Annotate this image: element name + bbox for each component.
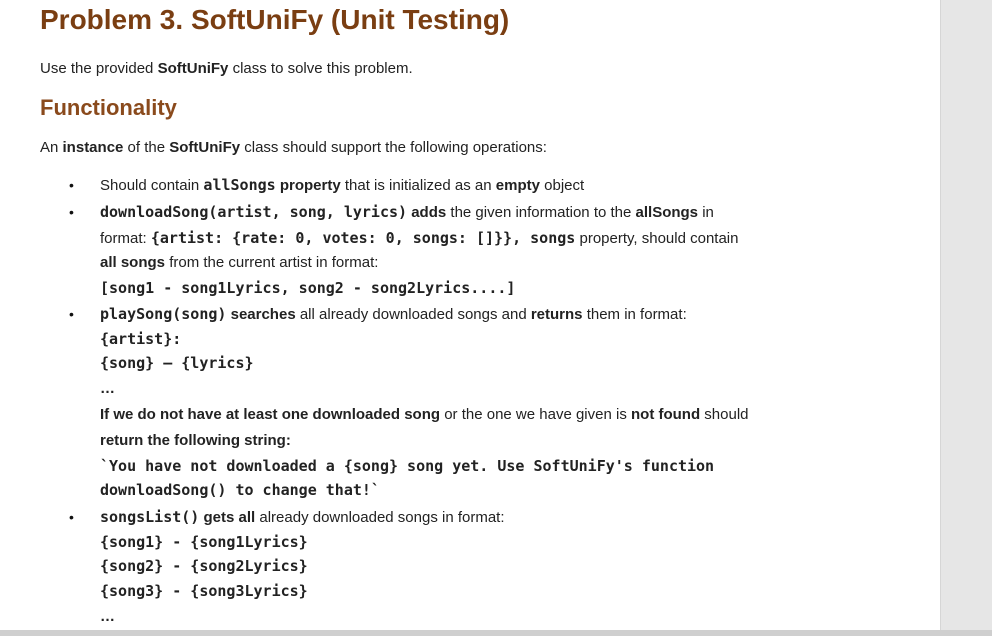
bullet-4-song1-format: {song1} - {song1Lyrics} [100,533,308,551]
text-bold: empty [495,177,540,194]
text: Should contain [100,177,204,194]
text-bold: gets all [199,509,256,526]
bullet-2-line-3: all songs from the current artist in for… [100,253,378,273]
bullet-3-artist-format: {artist}: [100,330,182,348]
text-bold: not found [631,406,701,423]
bullet-marker: • [69,306,74,322]
text-bold: allSongs [635,204,699,221]
text: of the [123,139,170,156]
text: in [698,204,714,221]
text: object [539,177,585,194]
text: format: [100,230,151,247]
text: or the one we have given is [440,406,631,423]
code-text: {artist: {rate: 0, votes: 0, songs: []}}… [150,229,576,247]
bullet-3-error-string-1: `You have not downloaded a {song} song y… [100,457,715,475]
bullet-4-song2-format: {song2} - {song2Lyrics} [100,557,308,575]
instance-paragraph: An instance of the SoftUniFy class shoul… [40,139,547,156]
bullet-4-line-1: songsList() gets all already downloaded … [100,507,505,528]
intro-text-end: class to solve this problem. [228,60,413,77]
bullet-marker: • [69,204,74,220]
bullet-4-song3-format: {song3} - {song3Lyrics} [100,582,308,600]
text: all already downloaded songs and [295,306,531,323]
text: from the current artist in format: [165,254,379,271]
bullet-marker: • [69,509,74,525]
text: already downloaded songs in format: [255,509,505,526]
code-text: playSong(song) [100,305,227,323]
bullet-2-line-1: downloadSong(artist, song, lyrics) adds … [100,202,714,223]
bottom-bar [0,630,992,636]
bullet-3-song-format: {song} – {lyrics} [100,354,254,372]
code-text: songsList() [100,508,200,526]
bullet-2-line-2: format: {artist: {rate: 0, votes: 0, son… [100,228,738,249]
text-bold: searches [226,306,296,323]
bullet-3-line-1: playSong(song) searches all already down… [100,304,687,325]
bullet-3-return-label: return the following string: [100,432,291,449]
text: should [700,406,749,423]
problem-title: Problem 3. SoftUniFy (Unit Testing) [40,4,510,35]
bullet-4-ellipsis: … [100,608,115,625]
code-text: downloadSong(artist, song, lyrics) [100,203,408,221]
bullet-1-line: Should contain allSongs property that is… [100,175,584,196]
intro-class-name: SoftUniFy [157,60,229,77]
text: An [40,139,63,156]
intro-paragraph: Use the provided SoftUniFy class to solv… [40,60,413,77]
intro-text: Use the provided [40,60,158,77]
text-bold: instance [62,139,124,156]
text-bold: SoftUniFy [169,139,241,156]
section-heading-functionality: Functionality [40,95,177,120]
text: class should support the following opera… [240,139,547,156]
text-bold: all songs [100,254,166,271]
bullet-3-ellipsis: … [100,380,115,397]
text: property, should contain [575,230,739,247]
text: that is initialized as an [340,177,496,194]
text: them in format: [582,306,687,323]
window-gutter [940,0,992,636]
text-bold: If we do not have at least one downloade… [100,406,441,423]
text-bold: returns [530,306,583,323]
text-bold: property [275,177,341,194]
text: the given information to the [446,204,636,221]
bullet-3-error-string-2: downloadSong() to change that!` [100,481,380,499]
bullet-marker: • [69,177,74,193]
text-bold: adds [407,204,447,221]
bullet-2-code-format: [song1 - song1Lyrics, song2 - song2Lyric… [100,279,516,297]
code-text: allSongs [203,176,276,194]
bullet-3-condition-line: If we do not have at least one downloade… [100,405,749,425]
document-page: Problem 3. SoftUniFy (Unit Testing) Use … [0,0,940,630]
